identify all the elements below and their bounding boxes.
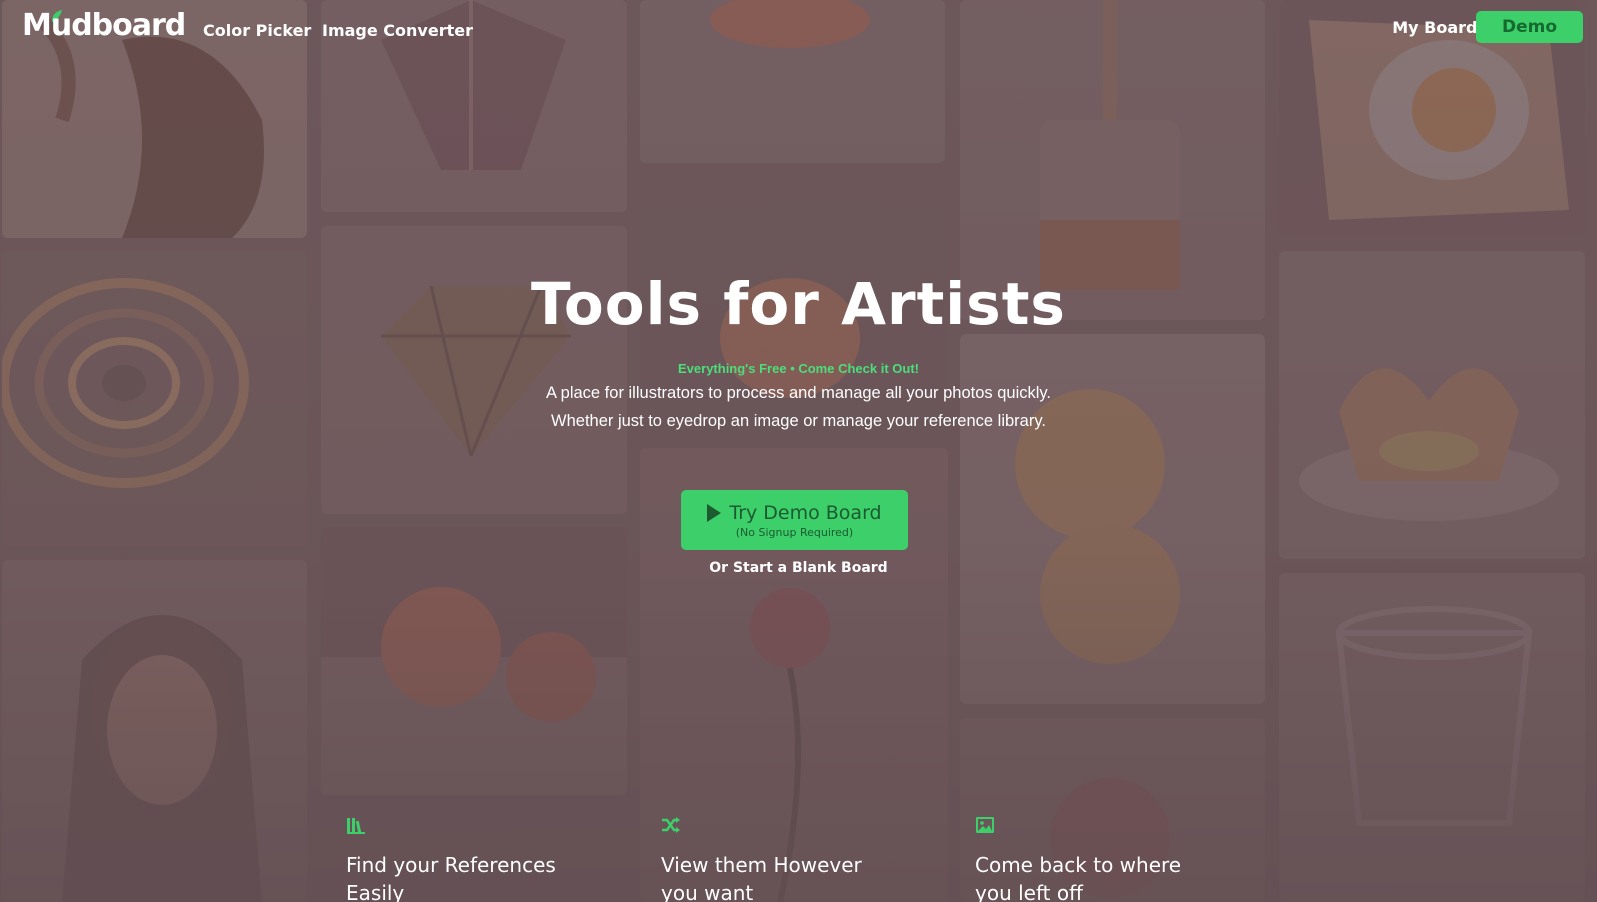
nav-color-picker[interactable]: Color Picker bbox=[203, 21, 311, 40]
nav-my-boards[interactable]: My Boards bbox=[1392, 18, 1487, 37]
hero-subtitle-line-1: A place for illustrators to process and … bbox=[545, 384, 1052, 402]
library-icon bbox=[347, 818, 365, 834]
start-blank-board-link[interactable]: Or Start a Blank Board bbox=[0, 560, 1597, 576]
feature-resume: Come back to where you left off bbox=[975, 815, 1215, 902]
hero-tagline: Everything's Free • Come Check it Out! bbox=[678, 361, 919, 376]
play-icon bbox=[707, 503, 722, 522]
hero-subtitle-line-2: Whether just to eyedrop an image or mana… bbox=[551, 412, 1046, 430]
try-demo-board-button[interactable]: Try Demo Board (No Signup Required) bbox=[681, 490, 908, 550]
page-title: Tools for Artists bbox=[531, 270, 1066, 338]
demo-button[interactable]: Demo bbox=[1476, 11, 1583, 43]
feature-title: Come back to where you left off bbox=[975, 853, 1182, 902]
feature-references: Find your References Easily bbox=[346, 815, 586, 902]
nav-image-converter[interactable]: Image Converter bbox=[322, 21, 473, 40]
cta-sublabel: (No Signup Required) bbox=[735, 525, 854, 539]
feature-title: View them However you want bbox=[661, 853, 862, 902]
image-icon bbox=[976, 817, 994, 833]
shuffle-icon bbox=[662, 817, 680, 833]
top-navigation: Mudboard Color Picker Image Converter My… bbox=[0, 0, 1597, 60]
cta-label: Try Demo Board bbox=[729, 501, 882, 524]
mudboard-logo[interactable]: Mudboard bbox=[22, 8, 186, 43]
background-overlay bbox=[0, 0, 1597, 902]
feature-view: View them However you want bbox=[661, 815, 901, 902]
feature-title: Find your References Easily bbox=[346, 853, 556, 902]
